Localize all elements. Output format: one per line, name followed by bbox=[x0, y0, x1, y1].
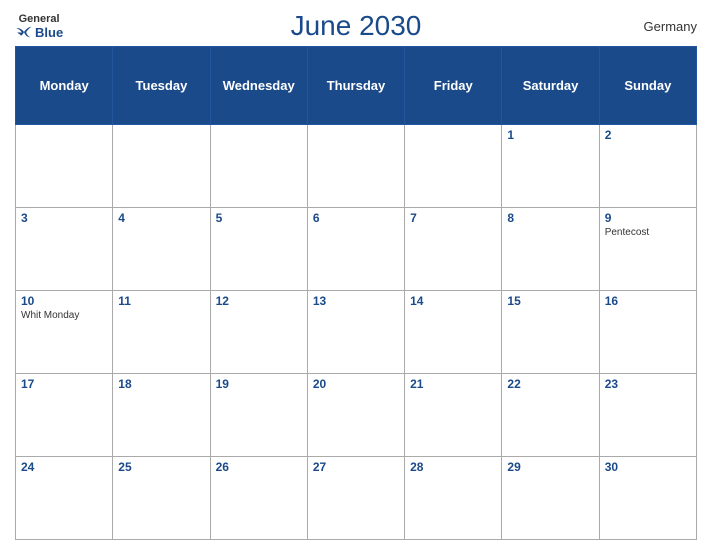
calendar-cell: 27 bbox=[307, 457, 404, 540]
day-number: 25 bbox=[118, 460, 204, 474]
calendar-cell: 20 bbox=[307, 374, 404, 457]
calendar-header: General Blue June 2030 Germany bbox=[15, 10, 697, 42]
day-number: 22 bbox=[507, 377, 593, 391]
day-number: 3 bbox=[21, 211, 107, 225]
calendar-cell: 14 bbox=[405, 291, 502, 374]
day-number: 18 bbox=[118, 377, 204, 391]
weekday-header-saturday: Saturday bbox=[502, 47, 599, 125]
calendar-cell: 16 bbox=[599, 291, 696, 374]
calendar-cell: 8 bbox=[502, 208, 599, 291]
weekday-header-thursday: Thursday bbox=[307, 47, 404, 125]
day-number: 12 bbox=[216, 294, 302, 308]
holiday-name: Whit Monday bbox=[21, 310, 107, 321]
day-number: 15 bbox=[507, 294, 593, 308]
calendar-cell: 29 bbox=[502, 457, 599, 540]
calendar-table: MondayTuesdayWednesdayThursdayFridaySatu… bbox=[15, 46, 697, 540]
day-number: 5 bbox=[216, 211, 302, 225]
calendar-cell bbox=[405, 125, 502, 208]
day-number: 23 bbox=[605, 377, 691, 391]
day-number: 20 bbox=[313, 377, 399, 391]
calendar-cell: 21 bbox=[405, 374, 502, 457]
calendar-cell: 23 bbox=[599, 374, 696, 457]
week-row-5: 24 25 26 27 28 29 30 bbox=[16, 457, 697, 540]
weekday-header-monday: Monday bbox=[16, 47, 113, 125]
calendar-cell: 9 Pentecost bbox=[599, 208, 696, 291]
calendar-cell: 24 bbox=[16, 457, 113, 540]
day-number: 19 bbox=[216, 377, 302, 391]
day-number: 6 bbox=[313, 211, 399, 225]
day-number: 16 bbox=[605, 294, 691, 308]
day-number: 13 bbox=[313, 294, 399, 308]
day-number: 10 bbox=[21, 294, 107, 308]
day-number: 11 bbox=[118, 294, 204, 308]
week-row-3: 10 Whit Monday 11 12 13 14 15 16 bbox=[16, 291, 697, 374]
calendar-title: June 2030 bbox=[291, 10, 422, 42]
calendar-cell: 11 bbox=[113, 291, 210, 374]
weekday-header-tuesday: Tuesday bbox=[113, 47, 210, 125]
logo-blue: Blue bbox=[15, 25, 63, 40]
country-label: Germany bbox=[644, 19, 697, 34]
day-number: 8 bbox=[507, 211, 593, 225]
calendar-cell: 13 bbox=[307, 291, 404, 374]
calendar-cell bbox=[307, 125, 404, 208]
calendar-cell bbox=[16, 125, 113, 208]
day-number: 1 bbox=[507, 128, 593, 142]
calendar-cell: 17 bbox=[16, 374, 113, 457]
day-number: 26 bbox=[216, 460, 302, 474]
day-number: 29 bbox=[507, 460, 593, 474]
calendar-cell: 5 bbox=[210, 208, 307, 291]
weekday-header-row: MondayTuesdayWednesdayThursdayFridaySatu… bbox=[16, 47, 697, 125]
week-row-2: 3456789 Pentecost bbox=[16, 208, 697, 291]
day-number: 17 bbox=[21, 377, 107, 391]
day-number: 24 bbox=[21, 460, 107, 474]
calendar-cell: 7 bbox=[405, 208, 502, 291]
day-number: 27 bbox=[313, 460, 399, 474]
week-row-1: 12 bbox=[16, 125, 697, 208]
holiday-name: Pentecost bbox=[605, 227, 691, 238]
weekday-header-friday: Friday bbox=[405, 47, 502, 125]
weekday-header-wednesday: Wednesday bbox=[210, 47, 307, 125]
calendar-cell: 3 bbox=[16, 208, 113, 291]
calendar-cell: 22 bbox=[502, 374, 599, 457]
calendar-cell bbox=[113, 125, 210, 208]
day-number: 7 bbox=[410, 211, 496, 225]
calendar-cell: 25 bbox=[113, 457, 210, 540]
day-number: 30 bbox=[605, 460, 691, 474]
calendar-cell bbox=[210, 125, 307, 208]
logo: General Blue bbox=[15, 13, 63, 40]
logo-bird-icon bbox=[15, 25, 33, 39]
calendar-cell: 18 bbox=[113, 374, 210, 457]
weekday-header-sunday: Sunday bbox=[599, 47, 696, 125]
day-number: 14 bbox=[410, 294, 496, 308]
day-number: 9 bbox=[605, 211, 691, 225]
calendar-cell: 10 Whit Monday bbox=[16, 291, 113, 374]
day-number: 4 bbox=[118, 211, 204, 225]
logo-general: General bbox=[19, 13, 60, 25]
calendar-cell: 2 bbox=[599, 125, 696, 208]
calendar-cell: 28 bbox=[405, 457, 502, 540]
calendar-cell: 4 bbox=[113, 208, 210, 291]
day-number: 21 bbox=[410, 377, 496, 391]
week-row-4: 17 18 19 20 21 22 23 bbox=[16, 374, 697, 457]
calendar-cell: 12 bbox=[210, 291, 307, 374]
day-number: 28 bbox=[410, 460, 496, 474]
calendar-cell: 30 bbox=[599, 457, 696, 540]
day-number: 2 bbox=[605, 128, 691, 142]
calendar-cell: 6 bbox=[307, 208, 404, 291]
calendar-cell: 15 bbox=[502, 291, 599, 374]
calendar-cell: 1 bbox=[502, 125, 599, 208]
calendar-cell: 19 bbox=[210, 374, 307, 457]
calendar-cell: 26 bbox=[210, 457, 307, 540]
